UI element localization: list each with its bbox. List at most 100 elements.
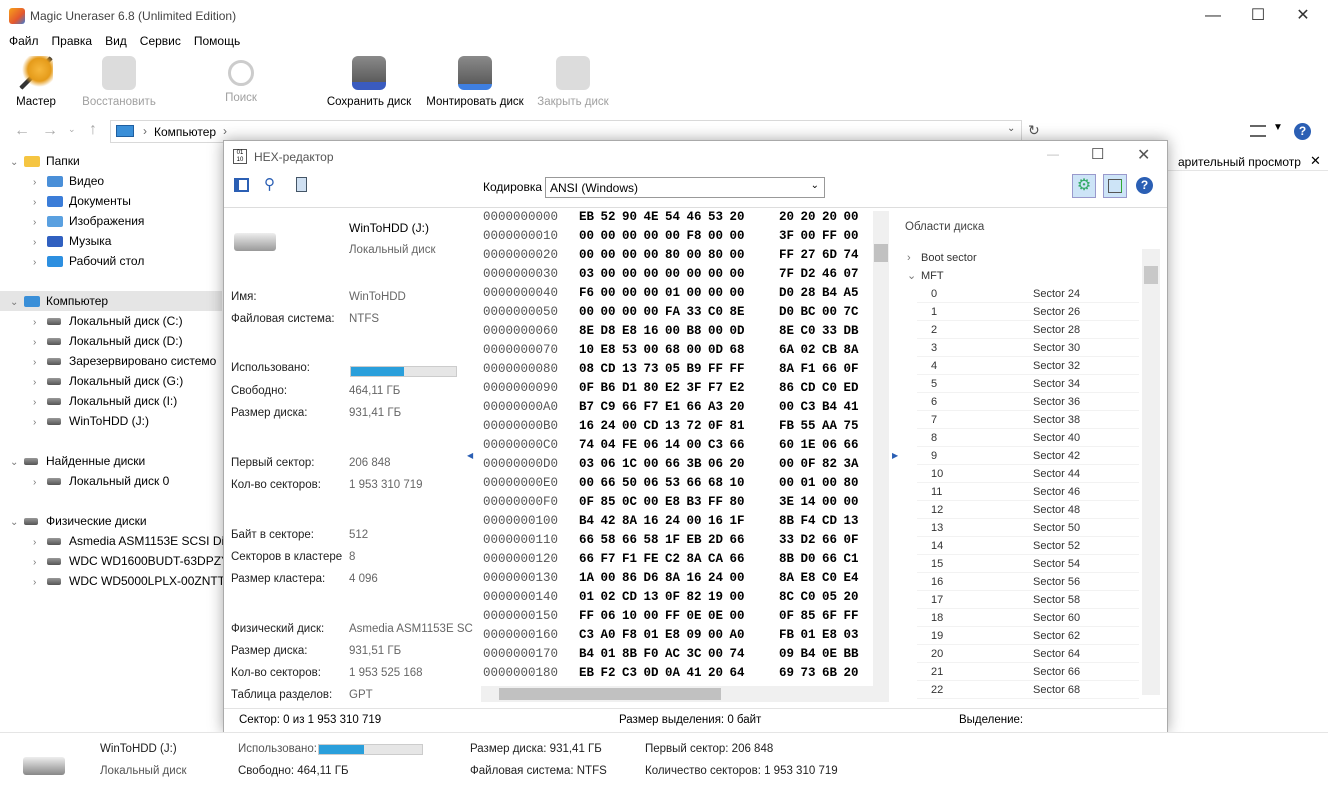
sector-row[interactable]: 11 Sector 46 xyxy=(917,483,1139,501)
tree-item[interactable]: › Локальный диск (I:) xyxy=(0,391,177,411)
chevron-right-icon[interactable]: › xyxy=(33,553,47,573)
sector-row[interactable]: 12 Sector 48 xyxy=(917,501,1139,519)
hex-bytes[interactable]: 33 D2 66 0F xyxy=(779,531,859,550)
hex-bytes[interactable]: 00 66 50 06 53 66 68 10 xyxy=(579,474,745,493)
wizard-button[interactable]: Мастер xyxy=(10,56,62,108)
hex-row[interactable]: 0000000000 EB 52 90 4E 54 46 53 20 20 20 2… xyxy=(481,208,871,227)
hex-bytes[interactable]: 00 00 00 00 80 00 80 00 xyxy=(579,246,745,265)
close-button[interactable]: ✕ xyxy=(1280,0,1326,32)
search-button[interactable]: Поиск xyxy=(218,56,264,104)
hex-bytes[interactable]: 8E C0 33 DB xyxy=(779,322,859,341)
hex-bytes[interactable]: 7F D2 46 07 xyxy=(779,265,859,284)
menu-view[interactable]: Вид xyxy=(96,32,127,48)
hex-horizontal-scrollbar[interactable] xyxy=(481,686,889,702)
hex-bytes[interactable]: 00 00 00 00 00 F8 00 00 xyxy=(579,227,745,246)
chevron-right-icon[interactable]: › xyxy=(33,313,47,333)
hex-bytes[interactable]: 8C C0 05 20 xyxy=(779,588,859,607)
hex-bytes[interactable]: 1A 00 86 D6 8A 16 24 00 xyxy=(579,569,745,588)
sector-row[interactable]: 0 Sector 24 xyxy=(917,285,1139,303)
hex-bytes[interactable]: B4 01 8B F0 AC 3C 00 74 xyxy=(579,645,745,664)
hex-bytes[interactable]: FF 27 6D 74 xyxy=(779,246,859,265)
hex-bytes[interactable]: 8A E8 C0 E4 xyxy=(779,569,859,588)
hex-row[interactable]: 0000000170 B4 01 8B F0 AC 3C 00 74 09 B4 0… xyxy=(481,645,871,664)
sector-row[interactable]: 19 Sector 62 xyxy=(917,627,1139,645)
hex-bytes[interactable]: 74 04 FE 06 14 00 C3 66 xyxy=(579,436,745,455)
tree-item[interactable]: › Asmedia ASM1153E SCSI Dis xyxy=(0,531,230,551)
history-chevron-icon[interactable]: ⌄ xyxy=(68,124,76,135)
chevron-down-icon[interactable]: ⌄ xyxy=(907,267,921,285)
chevron-down-icon[interactable]: ⌄ xyxy=(10,453,24,473)
sector-row[interactable]: 5 Sector 34 xyxy=(917,375,1139,393)
sector-row[interactable]: 8 Sector 40 xyxy=(917,429,1139,447)
chevron-down-icon[interactable]: ⌄ xyxy=(10,153,24,173)
hex-bytes[interactable]: 0F 85 0C 00 E8 B3 FF 80 xyxy=(579,493,745,512)
sector-row[interactable]: 16 Sector 56 xyxy=(917,573,1139,591)
chevron-right-icon[interactable]: › xyxy=(33,213,47,233)
sector-row[interactable]: 1 Sector 26 xyxy=(917,303,1139,321)
hex-bytes[interactable]: 01 02 CD 13 0F 82 19 00 xyxy=(579,588,745,607)
hex-bytes[interactable]: 03 00 00 00 00 00 00 00 xyxy=(579,265,745,284)
collapse-right-icon[interactable]: ▶ xyxy=(892,451,898,460)
hex-bytes[interactable]: 69 73 6B 20 xyxy=(779,664,859,683)
hex-row[interactable]: 0000000010 00 00 00 00 00 F8 00 00 3F 00 F… xyxy=(481,227,871,246)
hex-vertical-scrollbar[interactable] xyxy=(873,211,889,689)
hex-bytes[interactable]: D0 28 B4 A5 xyxy=(779,284,859,303)
hex-bytes[interactable]: 66 58 66 58 1F EB 2D 66 xyxy=(579,531,745,550)
hex-row[interactable]: 00000000A0 B7 C9 66 F7 E1 66 A3 20 00 C3 B… xyxy=(481,398,871,417)
hex-bytes[interactable]: 8E D8 E8 16 00 B8 00 0D xyxy=(579,322,745,341)
sector-row[interactable]: 3 Sector 30 xyxy=(917,339,1139,357)
minimize-button[interactable]: — xyxy=(1190,0,1236,32)
scrollbar-thumb[interactable] xyxy=(874,243,888,262)
hex-bytes[interactable]: 08 CD 13 73 05 B9 FF FF xyxy=(579,360,745,379)
hex-row[interactable]: 00000000B0 16 24 00 CD 13 72 0F 81 FB 55 A… xyxy=(481,417,871,436)
refresh-icon[interactable]: ↻ xyxy=(1028,122,1040,139)
scrollbar-thumb[interactable] xyxy=(499,688,721,700)
hex-bytes[interactable]: 8A F1 66 0F xyxy=(779,360,859,379)
sector-row[interactable]: 13 Sector 50 xyxy=(917,519,1139,537)
hex-bytes[interactable]: 66 F7 F1 FE C2 8A CA 66 xyxy=(579,550,745,569)
help-icon[interactable]: ? xyxy=(1294,123,1311,140)
hex-row[interactable]: 0000000110 66 58 66 58 1F EB 2D 66 33 D2 6… xyxy=(481,531,871,550)
region-node[interactable]: › Boot sector xyxy=(907,249,977,267)
hex-bytes[interactable]: 86 CD C0 ED xyxy=(779,379,859,398)
hex-bytes[interactable]: 8B D0 66 C1 xyxy=(779,550,859,569)
chevron-right-icon[interactable]: › xyxy=(33,193,47,213)
sector-row[interactable]: 22 Sector 68 xyxy=(917,681,1139,699)
hex-row[interactable]: 0000000130 1A 00 86 D6 8A 16 24 00 8A E8 C… xyxy=(481,569,871,588)
tree-node-folders[interactable]: ⌄ Папки xyxy=(0,151,222,171)
sector-row[interactable]: 18 Sector 60 xyxy=(917,609,1139,627)
sector-row[interactable]: 4 Sector 32 xyxy=(917,357,1139,375)
chevron-right-icon[interactable]: › xyxy=(33,533,47,553)
mount-disk-button[interactable]: Монтировать диск xyxy=(422,56,528,108)
chevron-right-icon[interactable]: › xyxy=(907,249,921,267)
layout-panel-icon[interactable] xyxy=(1103,174,1127,198)
back-arrow-icon[interactable]: ← xyxy=(14,122,30,140)
tree-item[interactable]: › Локальный диск 0 xyxy=(0,471,169,491)
hex-row[interactable]: 0000000150 FF 06 10 00 FF 0E 0E 00 0F 85 6… xyxy=(481,607,871,626)
close-disk-button[interactable]: Закрыть диск xyxy=(534,56,612,108)
breadcrumb-computer[interactable]: Компьютер xyxy=(154,125,216,139)
encoding-select[interactable]: ANSI (Windows) ⌄ xyxy=(545,177,825,198)
menu-service[interactable]: Сервис xyxy=(131,32,181,48)
chevron-down-icon[interactable]: ⌄ xyxy=(10,513,24,533)
hex-bytes[interactable]: EB F2 C3 0D 0A 41 20 64 xyxy=(579,664,745,683)
hex-bytes[interactable]: FF 06 10 00 FF 0E 0E 00 xyxy=(579,607,745,626)
forward-arrow-icon[interactable]: → xyxy=(42,122,58,140)
view-dropdown-icon[interactable]: ▼ xyxy=(1273,122,1283,133)
hex-row[interactable]: 0000000040 F6 00 00 00 01 00 00 00 D0 28 B… xyxy=(481,284,871,303)
hex-row[interactable]: 0000000030 03 00 00 00 00 00 00 00 7F D2 4… xyxy=(481,265,871,284)
address-dropdown-icon[interactable]: ⌄ xyxy=(1007,123,1015,134)
hex-bytes[interactable]: 3E 14 00 00 xyxy=(779,493,859,512)
hex-row[interactable]: 0000000160 C3 A0 F8 01 E8 09 00 A0 FB 01 E… xyxy=(481,626,871,645)
tree-node-computer[interactable]: ⌄ Компьютер xyxy=(0,291,222,311)
tree-item[interactable]: › Локальный диск (G:) xyxy=(0,371,183,391)
chevron-right-icon[interactable]: › xyxy=(33,173,47,193)
tree-item[interactable]: › Зарезервировано системо xyxy=(0,351,216,371)
hex-bytes[interactable]: 0F B6 D1 80 E2 3F F7 E2 xyxy=(579,379,745,398)
tree-item[interactable]: › Музыка xyxy=(0,231,111,251)
hex-bytes[interactable]: 3F 00 FF 00 xyxy=(779,227,859,246)
preview-close-icon[interactable]: ✕ xyxy=(1310,153,1321,169)
hex-bytes[interactable]: 6A 02 CB 8A xyxy=(779,341,859,360)
chevron-right-icon[interactable]: › xyxy=(33,253,47,273)
hex-bytes[interactable]: D0 BC 00 7C xyxy=(779,303,859,322)
